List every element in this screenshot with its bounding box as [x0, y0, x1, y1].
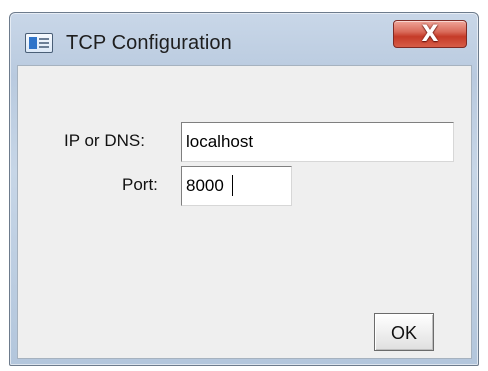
port-label: Port: — [122, 175, 158, 194]
dialog-content: IP or DNS: Port: OK — [17, 65, 472, 359]
ip-or-dns-label: IP or DNS: — [64, 131, 145, 150]
close-button[interactable]: X — [393, 20, 467, 48]
ok-button[interactable]: OK — [374, 313, 434, 351]
ip-or-dns-input[interactable] — [181, 122, 454, 162]
tcp-configuration-window: TCP Configuration X IP or DNS: Port: OK — [9, 12, 479, 366]
close-icon: X — [421, 22, 439, 47]
port-input[interactable] — [181, 166, 292, 206]
window-title: TCP Configuration — [66, 32, 232, 54]
text-cursor — [232, 175, 233, 196]
application-window-icon — [25, 33, 53, 53]
window-titlebar[interactable]: TCP Configuration X — [10, 13, 478, 65]
